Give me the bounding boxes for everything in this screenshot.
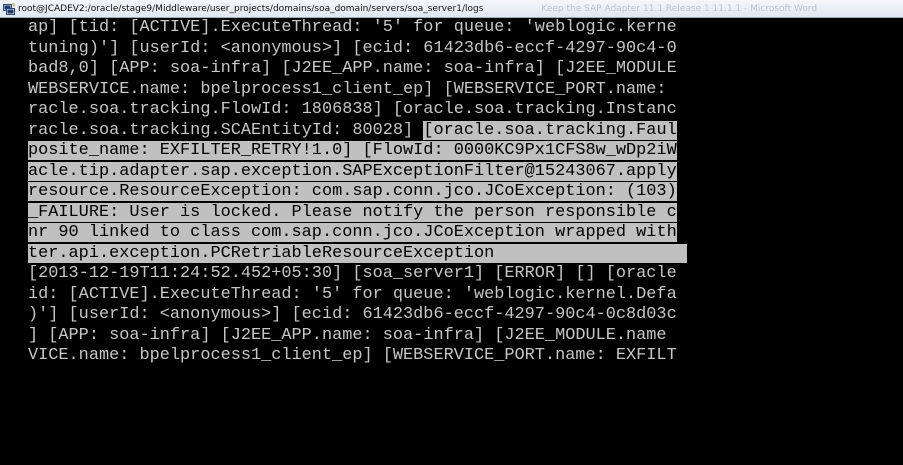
terminal-output[interactable]: ap] [tid: [ACTIVE].ExecuteThread: '5' fo… — [28, 18, 903, 465]
terminal-line: VICE.name: bpelprocess1_client_ep] [WEBS… — [28, 346, 903, 367]
terminal-line: tuning)'] [userId: <anonymous>] [ecid: 6… — [28, 39, 903, 60]
terminal-line-text: racle.soa.tracking.SCAEntityId: 80028] — [28, 120, 424, 140]
terminal-line: posite_name: EXFILTER_RETRY!1.0] [FlowId… — [28, 141, 903, 162]
terminal-line: ] [APP: soa-infra] [J2EE_APP.name: soa-i… — [28, 326, 903, 347]
terminal-line: id: [ACTIVE].ExecuteThread: '5' for queu… — [28, 285, 903, 306]
terminal-line: nr 90 linked to class com.sap.conn.jco.J… — [28, 223, 903, 244]
selected-text: acle.tip.adapter.sap.exception.SAPExcept… — [28, 161, 677, 181]
terminal-line-text: [2013-12-19T11:24:52.452+05:30] [soa_ser… — [28, 264, 677, 283]
selected-text: nr 90 linked to class com.sap.conn.jco.J… — [28, 223, 677, 242]
terminal-line-text: VICE.name: bpelprocess1_client_ep] [WEBS… — [28, 346, 677, 365]
selected-text: _FAILURE: User is locked. Please notify … — [28, 202, 677, 222]
selected-text: resource.ResourceException: com.sap.conn… — [28, 182, 677, 201]
terminal-line-text: tuning)'] [userId: <anonymous>] [ecid: 6… — [28, 38, 677, 58]
terminal-line: [2013-12-19T11:24:52.452+05:30] [soa_ser… — [28, 264, 903, 285]
terminal-app-icon[interactable] — [3, 3, 15, 15]
terminal-line: _FAILURE: User is locked. Please notify … — [28, 202, 903, 224]
selected-text: [oracle.soa.tracking.Faul — [423, 120, 677, 140]
selected-text: ter.api.exception.PCRetriableResourceExc… — [28, 243, 687, 263]
terminal-line: racle.soa.tracking.FlowId: 1806838] [ora… — [28, 100, 903, 121]
background-window-title: Keep the SAP Adapter 11.1 Release 1 11.1… — [541, 3, 818, 14]
terminal-line-text: id: [ACTIVE].ExecuteThread: '5' for queu… — [28, 284, 677, 304]
terminal-line-text: racle.soa.tracking.FlowId: 1806838] [ora… — [28, 100, 677, 119]
window-titlebar[interactable]: root@JCADEV2:/oracle/stage9/Middleware/u… — [0, 0, 903, 18]
terminal-line-text: ] [APP: soa-infra] [J2EE_APP.name: soa-i… — [28, 325, 677, 345]
terminal-line: racle.soa.tracking.SCAEntityId: 80028] [… — [28, 120, 903, 142]
terminal-line-text: bad8,0] [APP: soa-infra] [J2EE_APP.name:… — [28, 59, 677, 78]
window-title: root@JCADEV2:/oracle/stage9/Middleware/u… — [18, 3, 484, 14]
terminal-line: resource.ResourceException: com.sap.conn… — [28, 182, 903, 203]
terminal-line: ter.api.exception.PCRetriableResourceExc… — [28, 243, 903, 265]
selected-text: posite_name: EXFILTER_RETRY!1.0] [FlowId… — [28, 141, 677, 160]
terminal-line: )'] [userId: <anonymous>] [ecid: 61423db… — [28, 305, 903, 326]
terminal-line-text: ap] [tid: [ACTIVE].ExecuteThread: '5' fo… — [28, 18, 677, 37]
terminal-line: ap] [tid: [ACTIVE].ExecuteThread: '5' fo… — [28, 18, 903, 39]
terminal-line: WEBSERVICE.name: bpelprocess1_client_ep]… — [28, 80, 903, 101]
terminal-left-margin — [0, 18, 28, 465]
terminal-line: acle.tip.adapter.sap.exception.SAPExcept… — [28, 161, 903, 183]
terminal-line: bad8,0] [APP: soa-infra] [J2EE_APP.name:… — [28, 59, 903, 80]
terminal-line-text: WEBSERVICE.name: bpelprocess1_client_ep]… — [28, 79, 677, 99]
terminal-line-text: )'] [userId: <anonymous>] [ecid: 61423db… — [28, 305, 677, 324]
